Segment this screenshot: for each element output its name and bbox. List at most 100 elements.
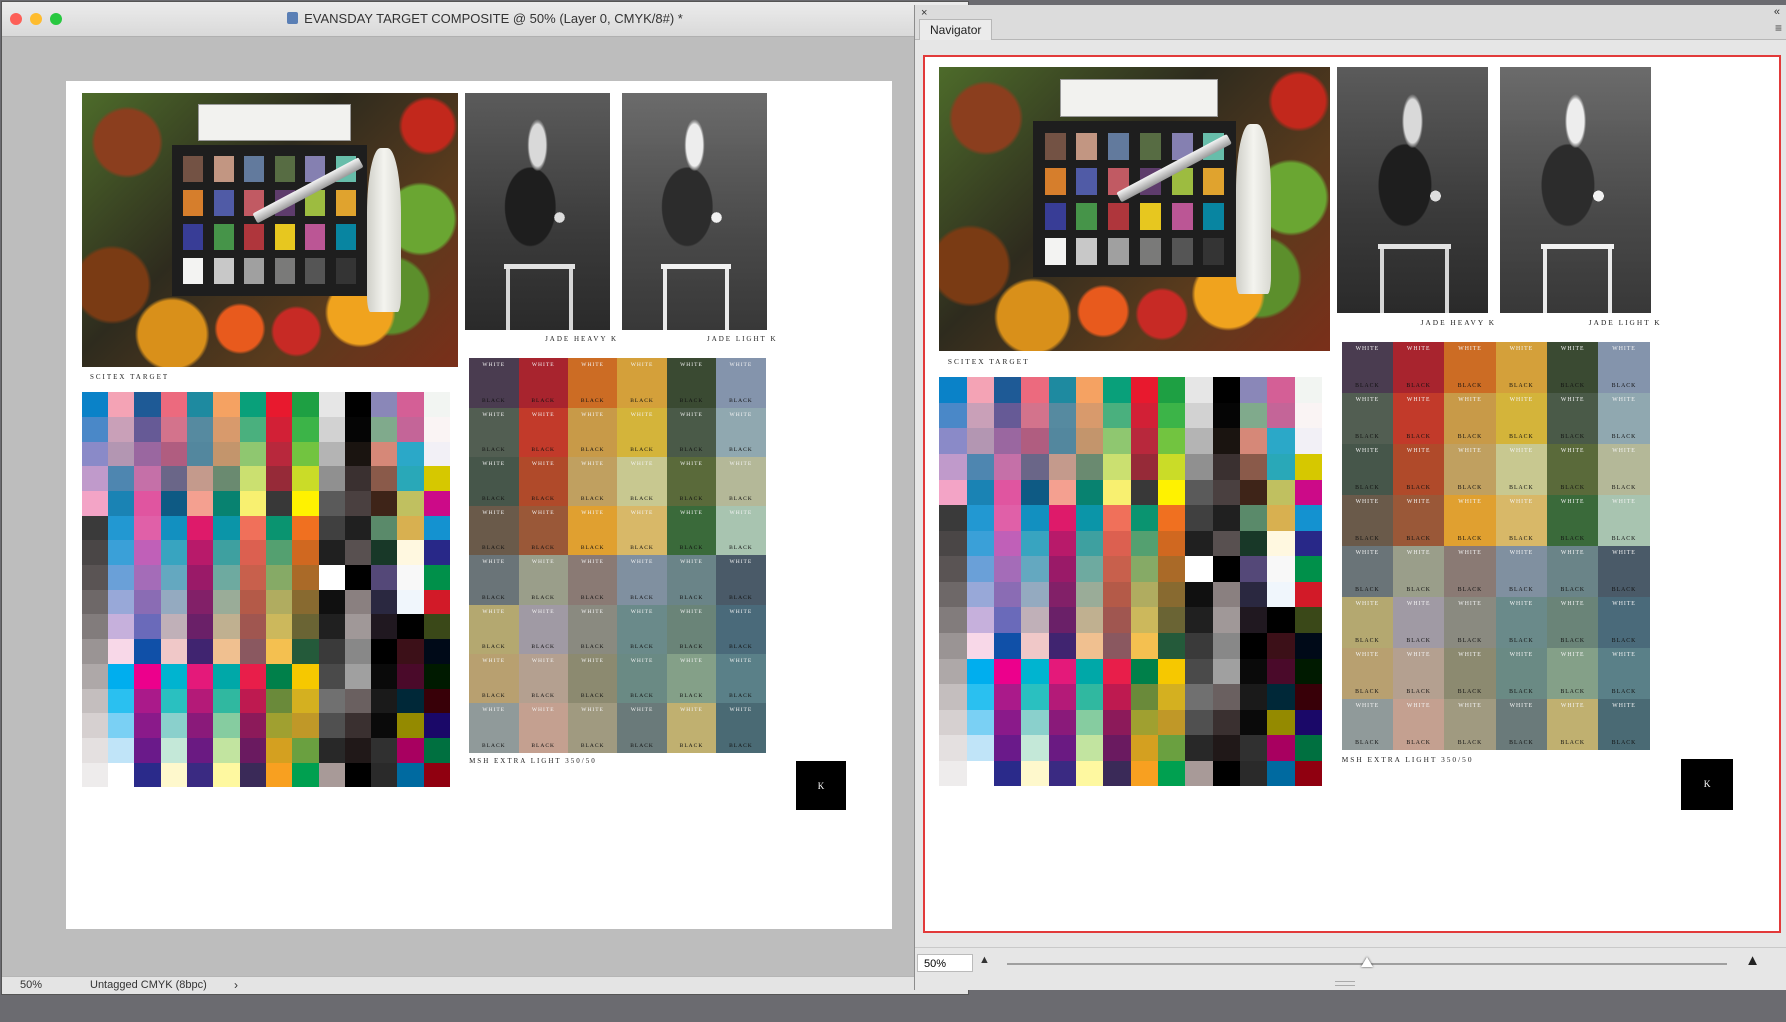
color-patch	[993, 556, 1022, 582]
color-patch	[371, 639, 398, 664]
color-patch	[108, 565, 135, 590]
black-label: BLACK	[729, 446, 753, 453]
black-label: BLACK	[580, 446, 605, 453]
labeled-patch: WHITE BLACK	[1393, 546, 1445, 598]
color-patch	[292, 416, 319, 442]
color-patch	[1048, 505, 1076, 531]
color-patch	[1048, 428, 1076, 454]
white-label: WHITE	[1509, 550, 1534, 557]
color-patch	[213, 614, 240, 640]
white-label: WHITE	[1406, 652, 1431, 659]
navigator-zoom-slider[interactable]	[1007, 957, 1727, 967]
color-patch	[81, 737, 108, 763]
color-patch	[1157, 735, 1186, 761]
document-canvas[interactable]: SCITEX TARGET JADE HEAVY K JADE LIGHT K MSH…	[66, 81, 892, 929]
black-label: BLACK	[1560, 689, 1585, 696]
color-patch	[939, 377, 967, 403]
black-label: BLACK	[729, 545, 753, 552]
color-patch	[292, 663, 319, 689]
color-patch	[292, 589, 319, 615]
color-patch	[292, 540, 319, 566]
color-patch	[265, 515, 293, 541]
color-patch	[1075, 479, 1104, 506]
labeled-patch: WHITE BLACK	[469, 703, 519, 753]
color-patch	[1185, 607, 1213, 633]
color-checker-patch	[1108, 203, 1130, 231]
color-patch	[1157, 760, 1186, 787]
black-label: BLACK	[1611, 434, 1637, 441]
color-patch	[1267, 505, 1295, 531]
color-patch	[371, 762, 398, 788]
collapse-panel-icon[interactable]: «	[1774, 6, 1780, 18]
color-patch	[1185, 377, 1213, 403]
color-patch	[423, 639, 451, 664]
color-patch	[423, 490, 451, 516]
labeled-patch: WHITE BLACK	[1393, 393, 1445, 445]
color-patch	[160, 737, 187, 763]
scitex-target-photo	[81, 92, 458, 367]
color-patch	[1212, 377, 1240, 403]
black-label: BLACK	[1406, 689, 1431, 696]
color-patch	[1267, 581, 1295, 608]
color-patch	[239, 441, 266, 467]
color-patch	[1239, 581, 1268, 608]
close-panel-icon[interactable]: ×	[921, 7, 927, 19]
color-patch	[239, 490, 266, 516]
color-patch	[318, 392, 345, 417]
tab-navigator[interactable]: Navigator	[919, 19, 993, 40]
black-label: BLACK	[630, 397, 654, 404]
color-patch	[1157, 505, 1186, 531]
zoom-slider-thumb[interactable]	[1361, 957, 1373, 967]
white-label: WHITE	[482, 411, 506, 418]
panel-resize-grip[interactable]	[1335, 981, 1355, 986]
color-checker-patch	[183, 257, 204, 285]
color-patch	[318, 639, 345, 664]
color-patch	[239, 589, 266, 615]
color-patch	[1212, 607, 1240, 633]
color-checker-patch	[1044, 238, 1066, 266]
status-menu-arrow[interactable]: ›	[234, 978, 238, 992]
color-checker-patch	[183, 224, 204, 251]
black-label: BLACK	[679, 644, 704, 651]
color-patch	[239, 713, 266, 738]
color-patch	[1157, 709, 1186, 736]
color-patch	[1239, 658, 1268, 685]
white-label: WHITE	[581, 362, 604, 369]
stool	[1540, 244, 1615, 314]
white-label: WHITE	[680, 362, 703, 369]
labeled-patch: WHITE BLACK	[617, 506, 667, 556]
black-label: BLACK	[1457, 485, 1483, 492]
labeled-patch: WHITE BLACK	[617, 456, 667, 507]
color-checker-patch	[183, 156, 204, 183]
status-zoom[interactable]: 50%	[20, 979, 42, 991]
white-label: WHITE	[531, 608, 555, 615]
labeled-patch: WHITE BLACK	[1341, 444, 1394, 496]
color-patch	[160, 713, 187, 738]
color-patch	[108, 639, 135, 664]
caption-msh-extra-light: MSH EXTRA LIGHT 350/50	[469, 756, 597, 765]
color-patch	[108, 614, 135, 640]
title-bar[interactable]: EVANSDAY TARGET COMPOSITE @ 50% (Layer 0…	[2, 2, 968, 37]
color-patch	[1294, 709, 1322, 736]
navigator-thumbnail[interactable]: SCITEX TARGET JADE HEAVY K JADE LIGHT K MSH…	[923, 55, 1781, 933]
canvas-area[interactable]: SCITEX TARGET JADE HEAVY K JADE LIGHT K MSH…	[2, 37, 968, 977]
labeled-patch: WHITE BLACK	[1444, 597, 1496, 649]
zoom-out-icon[interactable]: ▲	[979, 954, 990, 966]
color-patch	[1103, 505, 1131, 531]
color-patch	[160, 466, 187, 491]
color-patch	[1021, 453, 1049, 480]
labeled-patch: WHITE BLACK	[1598, 393, 1650, 445]
labeled-patch: WHITE BLACK	[469, 456, 519, 507]
labeled-patch: WHITE BLACK	[617, 407, 667, 457]
color-patch	[1130, 658, 1158, 685]
labeled-patch: WHITE BLACK	[1547, 648, 1599, 700]
color-patch	[292, 441, 319, 467]
panel-menu-icon[interactable]: ≡	[1775, 21, 1782, 35]
white-label: WHITE	[1612, 448, 1636, 455]
navigator-zoom-input[interactable]: 50%	[917, 954, 973, 972]
zoom-in-icon[interactable]: ▲	[1745, 952, 1760, 969]
color-patch	[1267, 428, 1295, 454]
color-patch	[318, 737, 345, 763]
color-patch	[292, 688, 319, 714]
color-patch	[213, 713, 240, 738]
